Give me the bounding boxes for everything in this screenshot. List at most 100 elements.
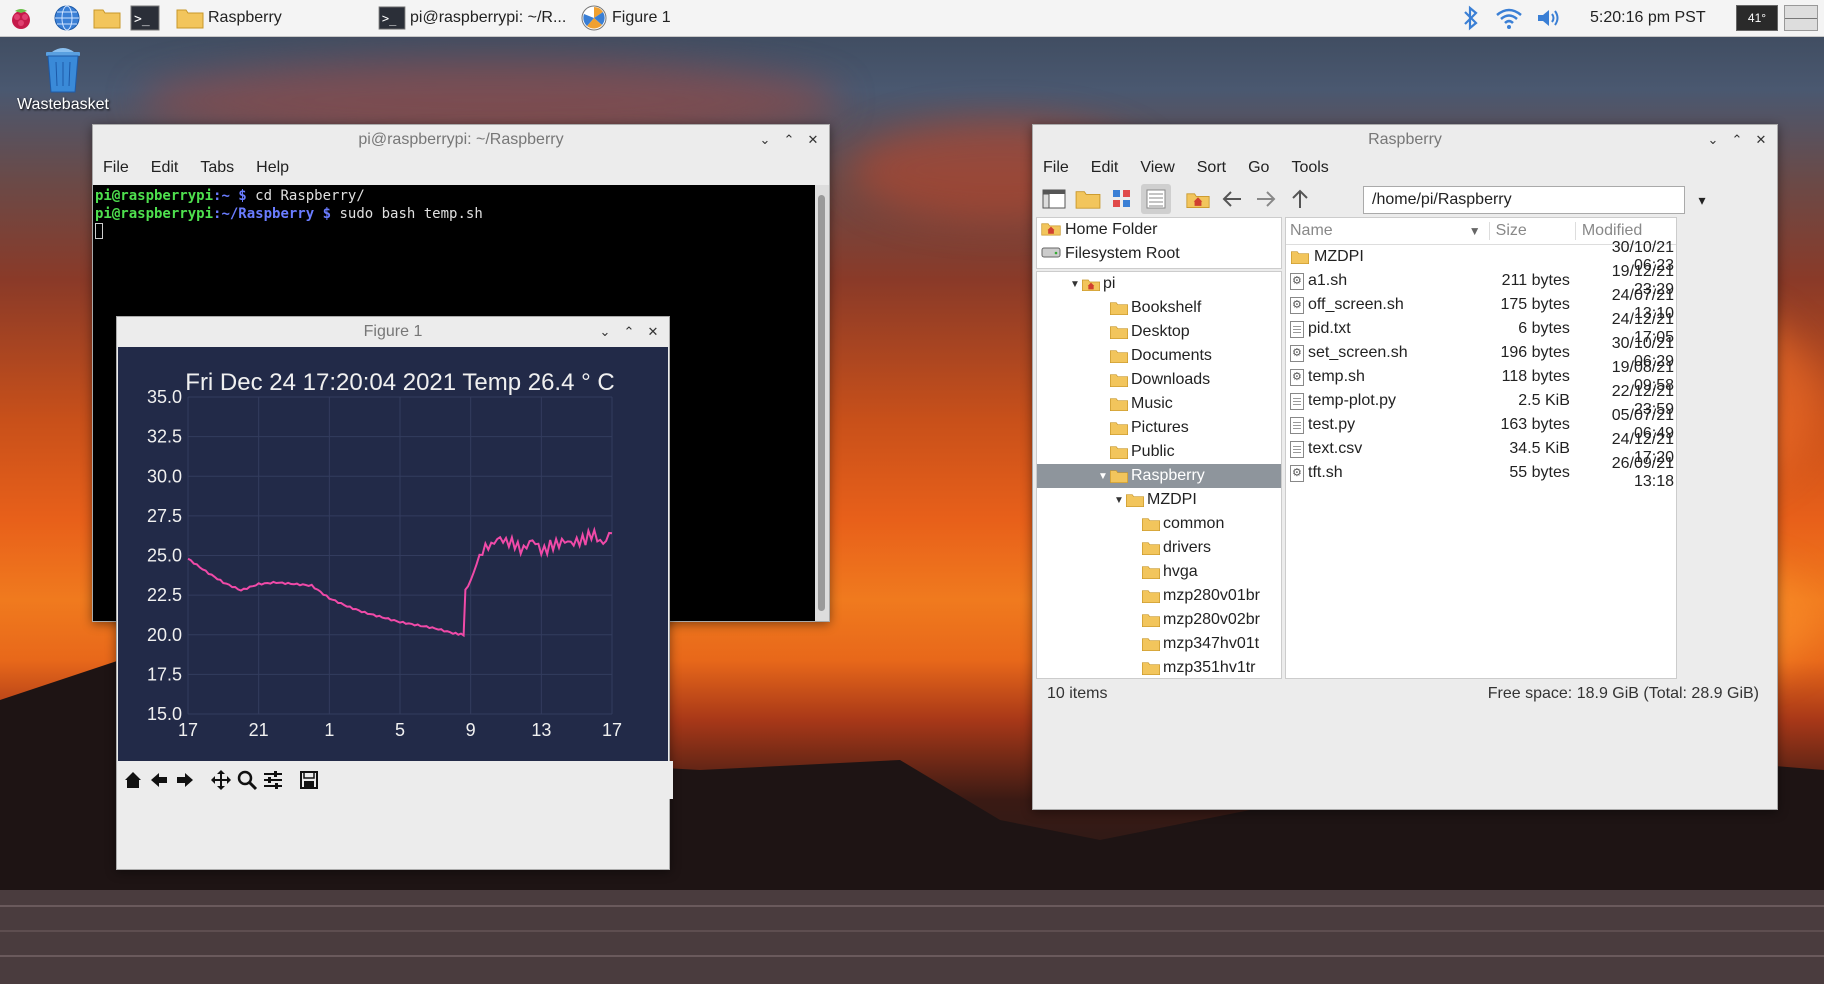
terminal-scrollbar[interactable] — [815, 185, 829, 621]
browser-globe-icon[interactable] — [52, 3, 82, 33]
expander-icon[interactable]: ▼ — [1113, 495, 1125, 506]
column-header-modified[interactable]: Modified — [1576, 222, 1676, 240]
figure-titlebar[interactable]: Figure 1 ⌄ ⌃ ✕ — [117, 317, 669, 347]
menu-view[interactable]: View — [1138, 159, 1176, 177]
tree-item[interactable]: mzp280v01br — [1037, 584, 1281, 608]
menu-edit[interactable]: Edit — [149, 159, 181, 177]
list-view-icon[interactable] — [1141, 184, 1171, 214]
plot-canvas[interactable]: Fri Dec 24 17:20:04 2021 Temp 26.4 ° C 1… — [118, 347, 668, 761]
tree-item[interactable]: Documents — [1037, 344, 1281, 368]
forward-arrow-icon[interactable] — [1251, 184, 1281, 214]
taskbar-folder-button[interactable]: Raspberry — [176, 2, 356, 34]
place-home-folder[interactable]: Home Folder — [1037, 218, 1281, 242]
scrollbar-thumb[interactable] — [818, 195, 825, 611]
file-name-cell: off_screen.sh — [1286, 296, 1490, 314]
menu-tools[interactable]: Tools — [1289, 159, 1330, 177]
file-manager-icon[interactable] — [92, 3, 122, 33]
terminal-launcher-icon[interactable]: >_ — [130, 3, 160, 33]
file-size: 6 bytes — [1518, 320, 1570, 337]
prompt-path: :~/Raspberry — [213, 206, 315, 222]
terminal-titlebar[interactable]: pi@raspberrypi: ~/Raspberry ⌄ ⌃ ✕ — [93, 125, 829, 155]
raspberry-menu-icon[interactable] — [6, 3, 36, 33]
minimize-icon[interactable]: ⌄ — [595, 322, 615, 342]
close-icon[interactable]: ✕ — [643, 322, 663, 342]
tree-item[interactable]: Pictures — [1037, 416, 1281, 440]
file-manager-menubar: File Edit View Sort Go Tools — [1033, 155, 1777, 181]
tree-item[interactable]: ▼ Raspberry — [1037, 464, 1281, 488]
folder-icon — [1109, 396, 1129, 412]
expander-icon[interactable]: ▼ — [1069, 279, 1081, 290]
wastebasket-desktop-icon[interactable]: Wastebasket — [8, 44, 118, 120]
tree-item[interactable]: Music — [1037, 392, 1281, 416]
file-name-cell: MZDPI — [1286, 248, 1490, 266]
file-manager-titlebar[interactable]: Raspberry ⌄ ⌃ ✕ — [1033, 125, 1777, 155]
configure-subplots-icon[interactable] — [261, 767, 285, 793]
prompt-command: cd Raspberry/ — [255, 188, 365, 204]
back-arrow-icon[interactable] — [1217, 184, 1247, 214]
tree-item[interactable]: hvga — [1037, 560, 1281, 584]
taskbar-folder-label: Raspberry — [208, 9, 282, 26]
back-arrow-icon[interactable] — [147, 767, 171, 793]
forward-arrow-icon[interactable] — [173, 767, 197, 793]
volume-icon[interactable] — [1534, 3, 1564, 33]
tree-item[interactable]: mzp280v02br — [1037, 608, 1281, 632]
tree-item[interactable]: ▼ MZDPI — [1037, 488, 1281, 512]
save-icon[interactable] — [297, 767, 321, 793]
maximize-icon[interactable]: ⌃ — [779, 130, 799, 150]
clock[interactable]: 5:20:16 pm PST — [1590, 2, 1710, 34]
menu-help[interactable]: Help — [254, 159, 291, 177]
tree-item-label: Documents — [1131, 347, 1212, 364]
tree-item[interactable]: Desktop — [1037, 320, 1281, 344]
tree-item[interactable]: Public — [1037, 440, 1281, 464]
tree-item[interactable]: common — [1037, 512, 1281, 536]
new-folder-icon[interactable] — [1073, 184, 1103, 214]
home-icon[interactable] — [121, 767, 145, 793]
icon-view-icon[interactable] — [1107, 184, 1137, 214]
menu-edit[interactable]: Edit — [1089, 159, 1121, 177]
wifi-icon[interactable] — [1494, 3, 1524, 33]
menu-file[interactable]: File — [1041, 159, 1071, 177]
path-history-dropdown[interactable]: ▾ — [1685, 186, 1719, 214]
cpu-usage-graph[interactable] — [1784, 5, 1818, 31]
column-header-size[interactable]: Size — [1490, 222, 1576, 240]
tree-item[interactable]: ▼ pi — [1037, 272, 1281, 296]
close-icon[interactable]: ✕ — [1751, 130, 1771, 150]
close-icon[interactable]: ✕ — [803, 130, 823, 150]
tree-item[interactable]: Bookshelf — [1037, 296, 1281, 320]
zoom-icon[interactable] — [235, 767, 259, 793]
column-header-name[interactable]: Name ▼ — [1286, 222, 1490, 240]
place-filesystem-root[interactable]: Filesystem Root — [1037, 242, 1281, 266]
x-tick-label: 17 — [178, 720, 198, 740]
tree-item-label: pi — [1103, 275, 1116, 292]
menu-file[interactable]: File — [101, 159, 131, 177]
taskbar-figure-button[interactable]: Figure 1 — [580, 2, 710, 34]
minimize-icon[interactable]: ⌄ — [1703, 130, 1723, 150]
path-input[interactable]: /home/pi/Raspberry — [1363, 186, 1685, 214]
tree-item[interactable]: mzp351hv1tr — [1037, 656, 1281, 678]
prompt-user: pi@raspberrypi — [95, 206, 214, 222]
tree-item[interactable]: Downloads — [1037, 368, 1281, 392]
file-modified: 26/09/21 13:18 — [1611, 455, 1675, 490]
new-window-icon[interactable] — [1039, 184, 1069, 214]
menu-tabs[interactable]: Tabs — [198, 159, 236, 177]
tree-item[interactable]: drivers — [1037, 536, 1281, 560]
home-icon[interactable] — [1183, 184, 1213, 214]
expander-icon[interactable]: ▼ — [1097, 471, 1109, 482]
tree-item-label: mzp351hv1tr — [1163, 659, 1256, 676]
taskbar-terminal-button[interactable]: >_ pi@raspberrypi: ~/R... — [378, 2, 578, 34]
tree-item[interactable]: mzp347hv01t — [1037, 632, 1281, 656]
file-manager-title: Raspberry — [1368, 131, 1442, 148]
cpu-temp-monitor[interactable]: 41° — [1736, 5, 1778, 31]
file-row[interactable]: tft.sh 55 bytes 26/09/21 13:18 — [1286, 455, 1676, 490]
up-arrow-icon[interactable] — [1285, 184, 1315, 214]
pan-icon[interactable] — [209, 767, 233, 793]
maximize-icon[interactable]: ⌃ — [619, 322, 639, 342]
text-file-icon — [1290, 416, 1304, 434]
menu-sort[interactable]: Sort — [1195, 159, 1228, 177]
maximize-icon[interactable]: ⌃ — [1727, 130, 1747, 150]
folder-icon — [1109, 324, 1129, 340]
menu-go[interactable]: Go — [1246, 159, 1271, 177]
minimize-icon[interactable]: ⌄ — [755, 130, 775, 150]
bluetooth-icon[interactable] — [1456, 3, 1486, 33]
tree-item-label: Raspberry — [1131, 467, 1205, 484]
